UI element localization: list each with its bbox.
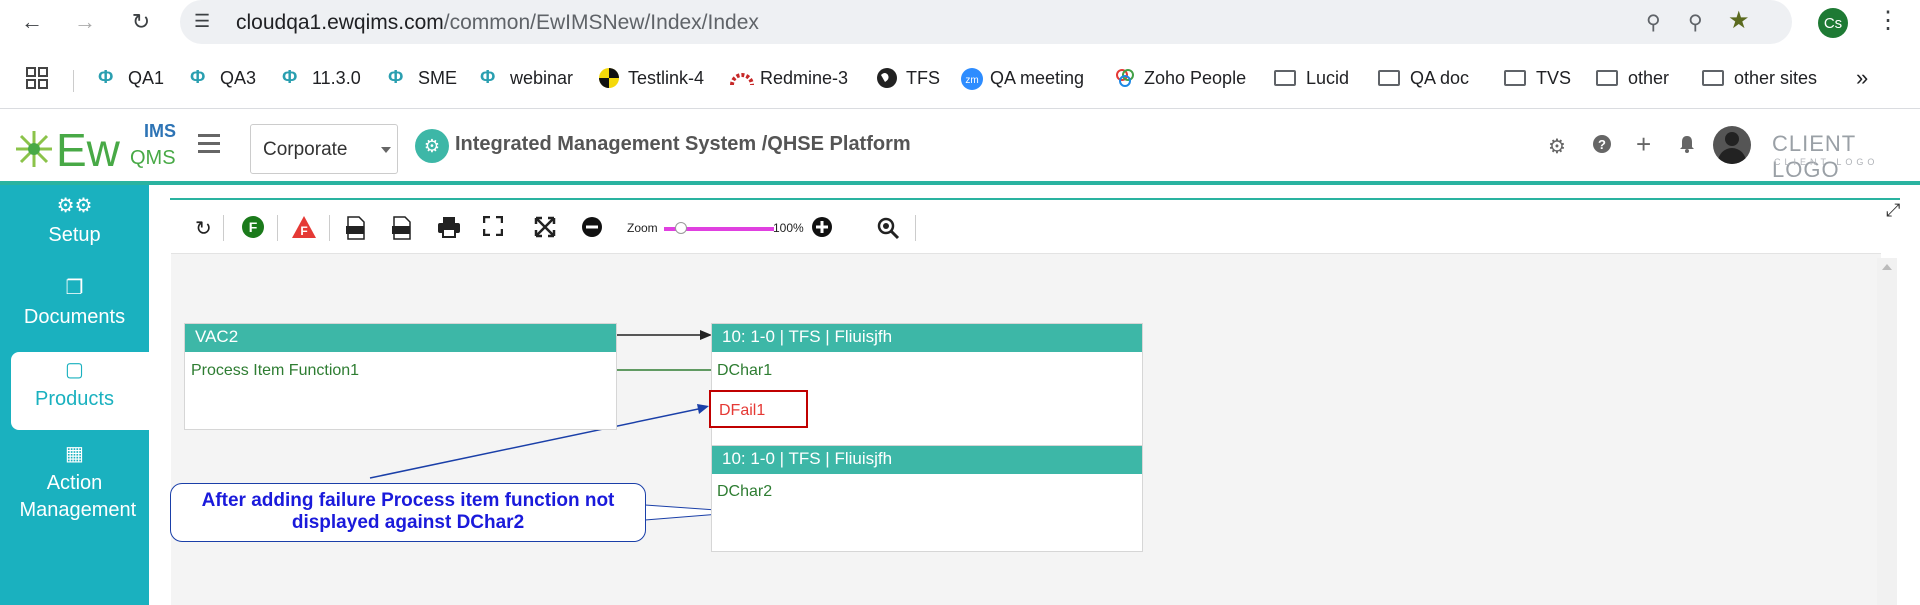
failure-label: DFail1: [719, 402, 766, 419]
characteristic-item[interactable]: DChar2: [717, 483, 772, 501]
callout-arrowhead-icon: [697, 404, 709, 414]
node-title: 10: 1-0 | TFS | Fliuisjfh: [712, 324, 1142, 352]
node-title: 10: 1-0 | TFS | Fliuisjfh: [712, 446, 1142, 474]
failure-box[interactable]: DFail1: [709, 390, 808, 428]
annotation-callout: After adding failure Process item functi…: [170, 483, 646, 542]
node-title: VAC2: [185, 324, 616, 352]
characteristic-item[interactable]: DChar1: [717, 362, 772, 380]
characteristic-node[interactable]: 10: 1-0 | TFS | Fliuisjfh: [711, 445, 1143, 552]
callout-text: After adding failure Process item functi…: [201, 490, 615, 533]
process-item-function[interactable]: Process Item Function1: [191, 362, 359, 380]
